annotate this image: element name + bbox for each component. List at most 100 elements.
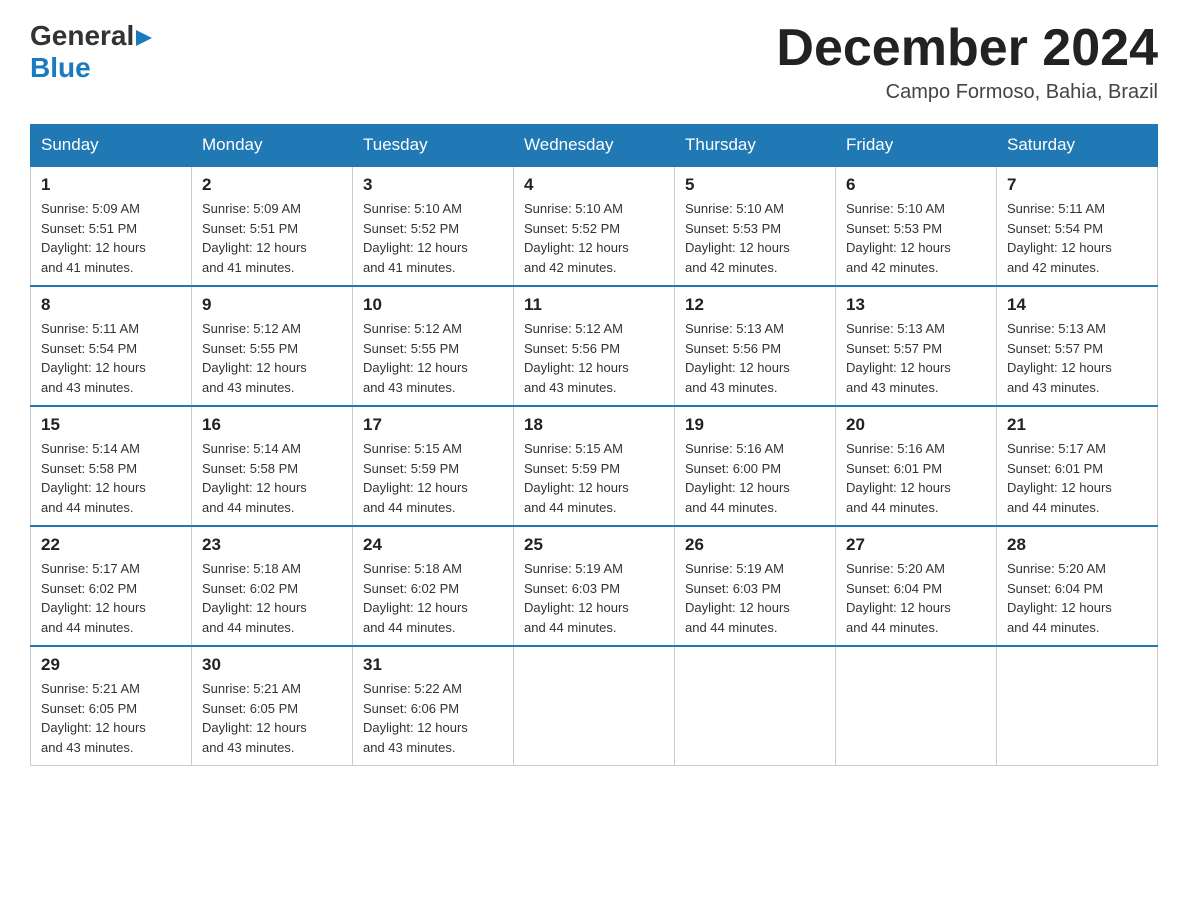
day-number: 27 [846, 535, 986, 555]
day-info: Sunrise: 5:18 AM Sunset: 6:02 PM Dayligh… [202, 559, 342, 637]
day-cell: 27 Sunrise: 5:20 AM Sunset: 6:04 PM Dayl… [836, 526, 997, 646]
day-info: Sunrise: 5:19 AM Sunset: 6:03 PM Dayligh… [524, 559, 664, 637]
day-info: Sunrise: 5:09 AM Sunset: 5:51 PM Dayligh… [41, 199, 181, 277]
day-info: Sunrise: 5:15 AM Sunset: 5:59 PM Dayligh… [524, 439, 664, 517]
month-title: December 2024 [776, 20, 1158, 77]
day-info: Sunrise: 5:10 AM Sunset: 5:53 PM Dayligh… [685, 199, 825, 277]
day-number: 13 [846, 295, 986, 315]
day-info: Sunrise: 5:17 AM Sunset: 6:01 PM Dayligh… [1007, 439, 1147, 517]
day-number: 25 [524, 535, 664, 555]
location: Campo Formoso, Bahia, Brazil [776, 81, 1158, 104]
day-number: 24 [363, 535, 503, 555]
day-cell: 26 Sunrise: 5:19 AM Sunset: 6:03 PM Dayl… [675, 526, 836, 646]
day-number: 20 [846, 415, 986, 435]
day-info: Sunrise: 5:10 AM Sunset: 5:52 PM Dayligh… [363, 199, 503, 277]
day-number: 14 [1007, 295, 1147, 315]
day-number: 18 [524, 415, 664, 435]
day-number: 8 [41, 295, 181, 315]
day-number: 29 [41, 655, 181, 675]
day-number: 26 [685, 535, 825, 555]
day-cell: 1 Sunrise: 5:09 AM Sunset: 5:51 PM Dayli… [31, 166, 192, 286]
logo-general-text: General [30, 20, 152, 52]
day-info: Sunrise: 5:14 AM Sunset: 5:58 PM Dayligh… [202, 439, 342, 517]
day-info: Sunrise: 5:10 AM Sunset: 5:52 PM Dayligh… [524, 199, 664, 277]
day-cell [675, 646, 836, 766]
day-cell: 22 Sunrise: 5:17 AM Sunset: 6:02 PM Dayl… [31, 526, 192, 646]
day-cell: 5 Sunrise: 5:10 AM Sunset: 5:53 PM Dayli… [675, 166, 836, 286]
day-number: 22 [41, 535, 181, 555]
week-row-2: 8 Sunrise: 5:11 AM Sunset: 5:54 PM Dayli… [31, 286, 1158, 406]
day-info: Sunrise: 5:12 AM Sunset: 5:55 PM Dayligh… [363, 319, 503, 397]
day-cell: 8 Sunrise: 5:11 AM Sunset: 5:54 PM Dayli… [31, 286, 192, 406]
day-info: Sunrise: 5:20 AM Sunset: 6:04 PM Dayligh… [846, 559, 986, 637]
day-number: 16 [202, 415, 342, 435]
day-number: 10 [363, 295, 503, 315]
day-info: Sunrise: 5:12 AM Sunset: 5:56 PM Dayligh… [524, 319, 664, 397]
week-row-1: 1 Sunrise: 5:09 AM Sunset: 5:51 PM Dayli… [31, 166, 1158, 286]
day-info: Sunrise: 5:22 AM Sunset: 6:06 PM Dayligh… [363, 679, 503, 757]
day-info: Sunrise: 5:17 AM Sunset: 6:02 PM Dayligh… [41, 559, 181, 637]
day-number: 28 [1007, 535, 1147, 555]
day-cell: 4 Sunrise: 5:10 AM Sunset: 5:52 PM Dayli… [514, 166, 675, 286]
day-cell: 30 Sunrise: 5:21 AM Sunset: 6:05 PM Dayl… [192, 646, 353, 766]
day-cell [836, 646, 997, 766]
day-header-friday: Friday [836, 125, 997, 167]
day-info: Sunrise: 5:19 AM Sunset: 6:03 PM Dayligh… [685, 559, 825, 637]
day-number: 9 [202, 295, 342, 315]
page-header: General Blue December 2024 Campo Formoso… [30, 20, 1158, 104]
day-info: Sunrise: 5:16 AM Sunset: 6:01 PM Dayligh… [846, 439, 986, 517]
day-cell: 13 Sunrise: 5:13 AM Sunset: 5:57 PM Dayl… [836, 286, 997, 406]
day-cell: 31 Sunrise: 5:22 AM Sunset: 6:06 PM Dayl… [353, 646, 514, 766]
day-number: 23 [202, 535, 342, 555]
day-cell: 12 Sunrise: 5:13 AM Sunset: 5:56 PM Dayl… [675, 286, 836, 406]
day-header-thursday: Thursday [675, 125, 836, 167]
day-number: 7 [1007, 175, 1147, 195]
day-cell: 20 Sunrise: 5:16 AM Sunset: 6:01 PM Dayl… [836, 406, 997, 526]
day-header-monday: Monday [192, 125, 353, 167]
day-cell: 14 Sunrise: 5:13 AM Sunset: 5:57 PM Dayl… [997, 286, 1158, 406]
day-cell: 16 Sunrise: 5:14 AM Sunset: 5:58 PM Dayl… [192, 406, 353, 526]
day-cell: 15 Sunrise: 5:14 AM Sunset: 5:58 PM Dayl… [31, 406, 192, 526]
day-number: 4 [524, 175, 664, 195]
day-number: 17 [363, 415, 503, 435]
day-cell: 2 Sunrise: 5:09 AM Sunset: 5:51 PM Dayli… [192, 166, 353, 286]
day-number: 6 [846, 175, 986, 195]
day-cell: 21 Sunrise: 5:17 AM Sunset: 6:01 PM Dayl… [997, 406, 1158, 526]
day-cell: 28 Sunrise: 5:20 AM Sunset: 6:04 PM Dayl… [997, 526, 1158, 646]
day-cell [997, 646, 1158, 766]
day-number: 19 [685, 415, 825, 435]
calendar-table: SundayMondayTuesdayWednesdayThursdayFrid… [30, 124, 1158, 766]
day-info: Sunrise: 5:21 AM Sunset: 6:05 PM Dayligh… [202, 679, 342, 757]
day-number: 5 [685, 175, 825, 195]
day-info: Sunrise: 5:12 AM Sunset: 5:55 PM Dayligh… [202, 319, 342, 397]
week-row-4: 22 Sunrise: 5:17 AM Sunset: 6:02 PM Dayl… [31, 526, 1158, 646]
day-cell [514, 646, 675, 766]
day-number: 11 [524, 295, 664, 315]
day-info: Sunrise: 5:11 AM Sunset: 5:54 PM Dayligh… [41, 319, 181, 397]
day-cell: 3 Sunrise: 5:10 AM Sunset: 5:52 PM Dayli… [353, 166, 514, 286]
day-info: Sunrise: 5:11 AM Sunset: 5:54 PM Dayligh… [1007, 199, 1147, 277]
day-number: 12 [685, 295, 825, 315]
day-number: 21 [1007, 415, 1147, 435]
day-number: 1 [41, 175, 181, 195]
day-info: Sunrise: 5:09 AM Sunset: 5:51 PM Dayligh… [202, 199, 342, 277]
day-header-saturday: Saturday [997, 125, 1158, 167]
day-cell: 6 Sunrise: 5:10 AM Sunset: 5:53 PM Dayli… [836, 166, 997, 286]
day-cell: 25 Sunrise: 5:19 AM Sunset: 6:03 PM Dayl… [514, 526, 675, 646]
day-info: Sunrise: 5:10 AM Sunset: 5:53 PM Dayligh… [846, 199, 986, 277]
day-cell: 23 Sunrise: 5:18 AM Sunset: 6:02 PM Dayl… [192, 526, 353, 646]
day-info: Sunrise: 5:18 AM Sunset: 6:02 PM Dayligh… [363, 559, 503, 637]
week-row-5: 29 Sunrise: 5:21 AM Sunset: 6:05 PM Dayl… [31, 646, 1158, 766]
day-cell: 18 Sunrise: 5:15 AM Sunset: 5:59 PM Dayl… [514, 406, 675, 526]
day-number: 3 [363, 175, 503, 195]
day-info: Sunrise: 5:21 AM Sunset: 6:05 PM Dayligh… [41, 679, 181, 757]
day-header-tuesday: Tuesday [353, 125, 514, 167]
day-cell: 29 Sunrise: 5:21 AM Sunset: 6:05 PM Dayl… [31, 646, 192, 766]
day-cell: 9 Sunrise: 5:12 AM Sunset: 5:55 PM Dayli… [192, 286, 353, 406]
week-row-3: 15 Sunrise: 5:14 AM Sunset: 5:58 PM Dayl… [31, 406, 1158, 526]
day-number: 15 [41, 415, 181, 435]
day-info: Sunrise: 5:20 AM Sunset: 6:04 PM Dayligh… [1007, 559, 1147, 637]
logo-blue-text: Blue [30, 52, 91, 84]
day-cell: 17 Sunrise: 5:15 AM Sunset: 5:59 PM Dayl… [353, 406, 514, 526]
day-cell: 10 Sunrise: 5:12 AM Sunset: 5:55 PM Dayl… [353, 286, 514, 406]
